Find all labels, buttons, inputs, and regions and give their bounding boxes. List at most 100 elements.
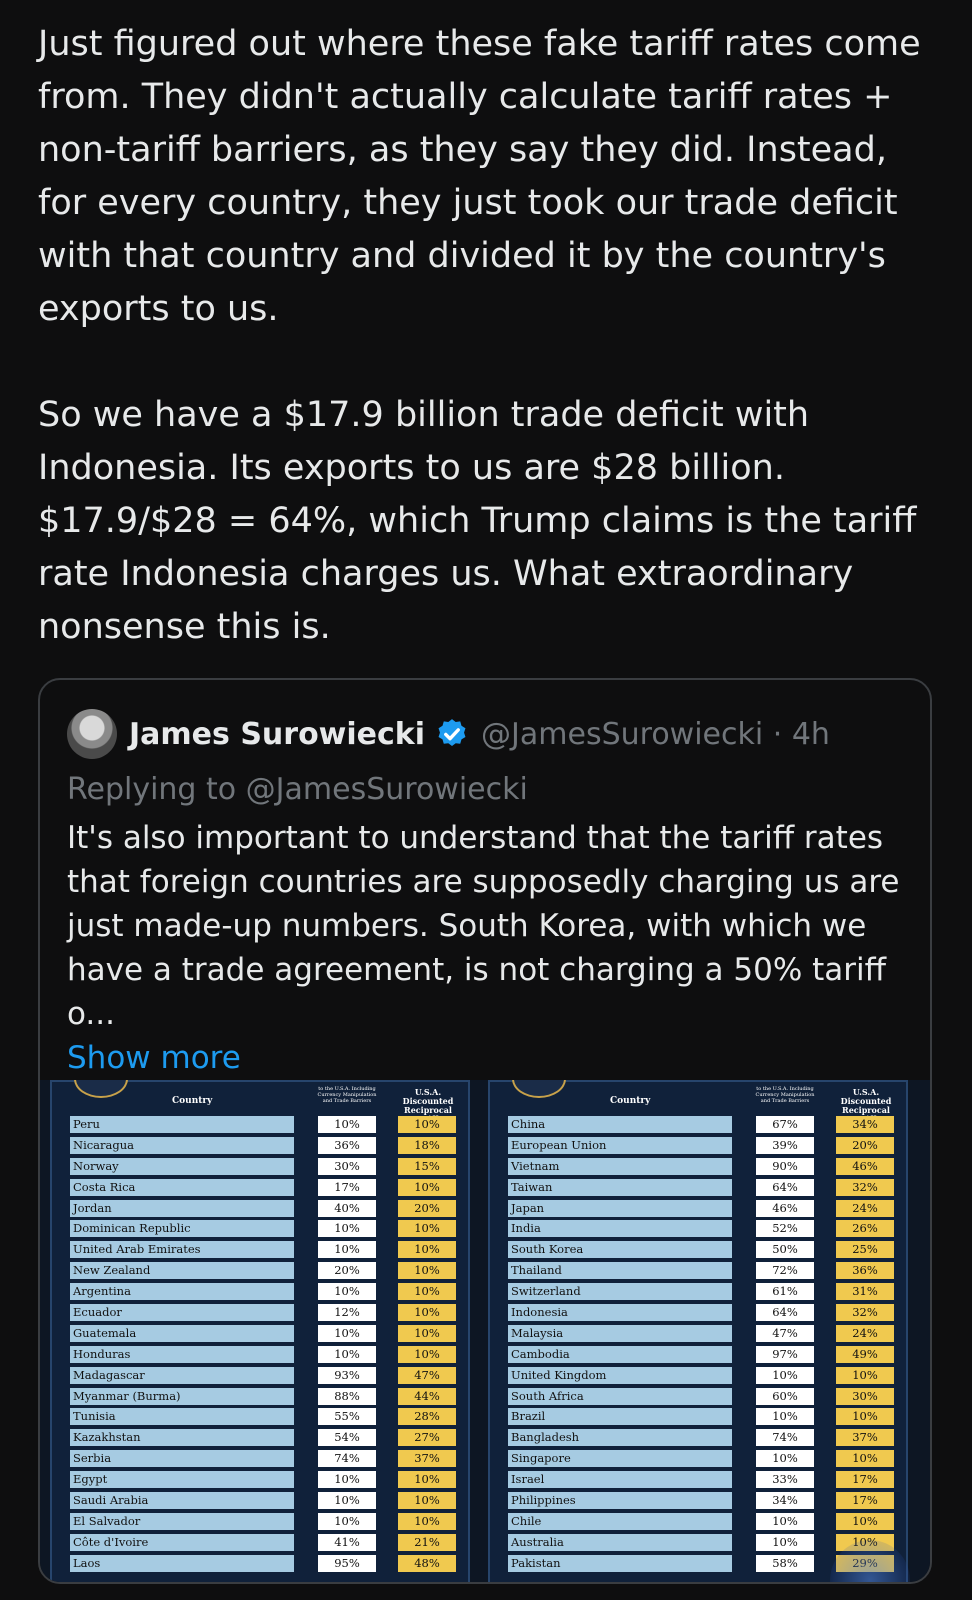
tariff-cell: 20% (836, 1136, 894, 1154)
rate-cell: 10% (318, 1492, 376, 1510)
rate-cell: 34% (756, 1492, 814, 1510)
rate-cell: 10% (318, 1345, 376, 1363)
tariff-cell: 30% (836, 1387, 894, 1405)
table-row: United Kingdom 10% 10% (490, 1365, 906, 1386)
country-cell: South Africa (508, 1387, 732, 1405)
country-cell: Myanmar (Burma) (70, 1387, 294, 1405)
rate-cell: 10% (318, 1471, 376, 1489)
table-row: European Union 39% 20% (490, 1135, 906, 1156)
tariff-table-image[interactable]: Country to the U.S.A. Including Currency… (40, 1080, 930, 1582)
tariff-cell: 10% (398, 1220, 456, 1238)
quoted-post-text: It's also important to understand that t… (67, 820, 900, 1032)
country-cell: Argentina (70, 1283, 294, 1301)
country-cell: Thailand (508, 1262, 732, 1280)
country-cell: Pakistan (508, 1554, 732, 1572)
table-row: Singapore 10% 10% (490, 1448, 906, 1469)
table-row: China 67% 34% (490, 1114, 906, 1135)
table-row: Nicaragua 36% 18% (52, 1135, 468, 1156)
post-text: Just figured out where these fake tariff… (38, 18, 938, 654)
country-cell: Jordan (70, 1199, 294, 1217)
country-cell: New Zealand (70, 1262, 294, 1280)
rate-cell: 10% (318, 1283, 376, 1301)
table-row: Saudi Arabia 10% 10% (52, 1490, 468, 1511)
table-row: Egypt 10% 10% (52, 1469, 468, 1490)
author-handle-time[interactable]: @JamesSurowiecki · 4h (481, 717, 830, 752)
rate-cell: 10% (756, 1512, 814, 1530)
table-row: Chile 10% 10% (490, 1511, 906, 1532)
tariff-cell: 24% (836, 1324, 894, 1342)
tariff-cell: 47% (398, 1366, 456, 1384)
table-row: Kazakhstan 54% 27% (52, 1427, 468, 1448)
rate-cell: 97% (756, 1345, 814, 1363)
country-cell: Taiwan (508, 1178, 732, 1196)
country-cell: European Union (508, 1136, 732, 1154)
table-row: Jordan 40% 20% (52, 1198, 468, 1219)
country-cell: Israel (508, 1471, 732, 1489)
tariff-cell: 17% (836, 1471, 894, 1489)
header-country: Country (172, 1096, 213, 1106)
rate-cell: 50% (756, 1241, 814, 1259)
table-row: Honduras 10% 10% (52, 1344, 468, 1365)
header-rate: to the U.S.A. Including Currency Manipul… (317, 1086, 377, 1104)
tariff-cell: 18% (398, 1136, 456, 1154)
rate-cell: 10% (318, 1241, 376, 1259)
tariff-cell: 27% (398, 1429, 456, 1447)
avatar[interactable] (67, 709, 117, 759)
country-cell: Costa Rica (70, 1178, 294, 1196)
rate-cell: 58% (756, 1554, 814, 1572)
tariff-cell: 10% (836, 1408, 894, 1426)
table-row: Dominican Republic 10% 10% (52, 1218, 468, 1239)
author-name[interactable]: James Surowiecki (129, 717, 425, 752)
rate-cell: 33% (756, 1471, 814, 1489)
rate-cell: 47% (756, 1324, 814, 1342)
country-cell: Switzerland (508, 1283, 732, 1301)
table-row: South Africa 60% 30% (490, 1386, 906, 1407)
rate-cell: 36% (318, 1136, 376, 1154)
table-row: South Korea 50% 25% (490, 1239, 906, 1260)
tariff-cell: 15% (398, 1157, 456, 1175)
tariff-cell: 10% (398, 1471, 456, 1489)
table-rows-left: Peru 10% 10% Nicaragua 36% 18% Norway 30% 15% Cos… (52, 1114, 468, 1574)
rate-cell: 10% (318, 1512, 376, 1530)
table-row: Serbia 74% 37% (52, 1448, 468, 1469)
tariff-cell: 25% (836, 1241, 894, 1259)
rate-cell: 90% (756, 1157, 814, 1175)
country-cell: Chile (508, 1512, 732, 1530)
tariff-cell: 32% (836, 1178, 894, 1196)
rate-cell: 46% (756, 1199, 814, 1217)
tariff-cell: 37% (398, 1450, 456, 1468)
country-cell: India (508, 1220, 732, 1238)
country-cell: Japan (508, 1199, 732, 1217)
tariff-cell: 10% (398, 1178, 456, 1196)
show-more-link[interactable]: Show more (67, 1036, 907, 1080)
rate-cell: 10% (756, 1408, 814, 1426)
post-paragraph-2: So we have a $17.9 billion trade deficit… (38, 395, 917, 647)
rate-cell: 55% (318, 1408, 376, 1426)
replying-to: Replying to @JamesSurowiecki (67, 772, 528, 807)
rate-cell: 12% (318, 1304, 376, 1322)
tariff-table-right: Country to the U.S.A. Including Currency… (488, 1080, 908, 1582)
country-cell: Peru (70, 1116, 294, 1133)
tariff-cell: 10% (836, 1366, 894, 1384)
country-cell: Tunisia (70, 1408, 294, 1426)
presidential-seal-icon (512, 1080, 566, 1098)
table-row: India 52% 26% (490, 1218, 906, 1239)
tariff-cell: 10% (836, 1450, 894, 1468)
country-cell: Côte d'Ivoire (70, 1533, 294, 1551)
rate-cell: 67% (756, 1116, 814, 1133)
tariff-cell: 10% (398, 1116, 456, 1133)
table-row: Myanmar (Burma) 88% 44% (52, 1386, 468, 1407)
table-row: United Arab Emirates 10% 10% (52, 1239, 468, 1260)
tariff-cell: 10% (398, 1241, 456, 1259)
table-row: Japan 46% 24% (490, 1198, 906, 1219)
country-cell: United Arab Emirates (70, 1241, 294, 1259)
tariff-cell: 46% (836, 1157, 894, 1175)
tariff-cell: 31% (836, 1283, 894, 1301)
quoted-post-card[interactable]: James Surowiecki @JamesSurowiecki · 4h R… (38, 678, 932, 1584)
table-row: Philippines 34% 17% (490, 1490, 906, 1511)
table-row: Switzerland 61% 31% (490, 1281, 906, 1302)
presidential-seal-icon (74, 1080, 128, 1098)
tariff-cell: 37% (836, 1429, 894, 1447)
country-cell: Honduras (70, 1345, 294, 1363)
header-country: Country (610, 1096, 651, 1106)
